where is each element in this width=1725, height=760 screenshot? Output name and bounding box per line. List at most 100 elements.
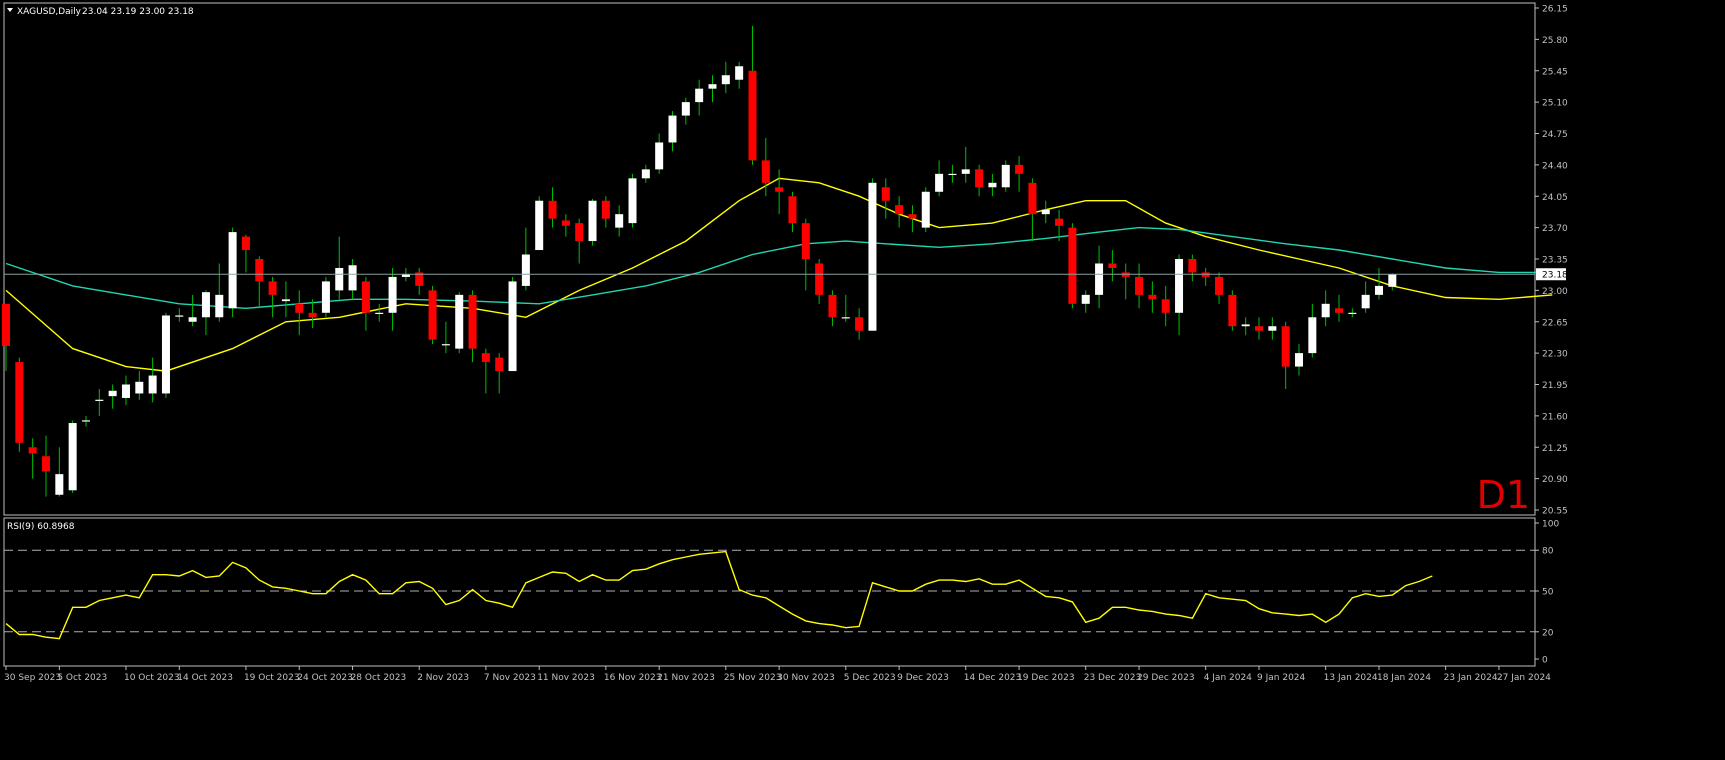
- candle-body: [815, 263, 824, 295]
- chart-menu-triangle-icon[interactable]: [7, 8, 13, 12]
- candle: [55, 447, 64, 497]
- time-axis-label: 4 Jan 2024: [1204, 673, 1252, 683]
- rsi-axis-label: 80: [1542, 547, 1554, 557]
- chart-window: 20.55 20.90 21.25 21.60 21.95 22.30 22.65 23.00…: [0, 0, 1725, 756]
- candles: [2, 25, 1397, 497]
- candle: [775, 169, 784, 215]
- candle: [801, 218, 810, 291]
- candle: [281, 281, 290, 318]
- candle: [961, 146, 970, 183]
- candle: [1348, 308, 1357, 318]
- candle-body: [1228, 294, 1237, 327]
- candle: [1001, 160, 1010, 192]
- candle-body: [295, 303, 304, 313]
- candle: [1361, 281, 1370, 313]
- candle-body: [175, 315, 184, 317]
- candle: [508, 276, 517, 372]
- time-axis-label: 18 Jan 2024: [1377, 673, 1431, 683]
- candle: [1374, 267, 1383, 300]
- candle-body: [735, 66, 744, 80]
- candle-body: [121, 384, 130, 398]
- candle-body: [1015, 164, 1024, 174]
- price-axis-label: 22.30: [1542, 350, 1568, 360]
- price-panel[interactable]: 20.5520.9021.2521.6021.9522.3022.6523.00…: [2, 2, 1568, 517]
- candle: [1255, 317, 1264, 340]
- time-axis-label: 19 Dec 2023: [1017, 673, 1075, 683]
- candle: [481, 348, 490, 394]
- candle: [828, 290, 837, 327]
- candle: [855, 308, 864, 340]
- candle: [121, 375, 130, 406]
- candle: [1068, 223, 1077, 309]
- candle-body: [161, 315, 170, 394]
- time-axis-label: 2 Nov 2023: [417, 673, 469, 683]
- candle-body: [628, 178, 637, 224]
- rsi-series-line: [5, 550, 1433, 640]
- candle: [361, 276, 370, 331]
- candle-body: [1215, 276, 1224, 295]
- candle-body: [855, 317, 864, 331]
- candle-body: [1041, 209, 1050, 215]
- rsi-axis-label: 0: [1542, 656, 1548, 666]
- rsi-axis-label: 20: [1542, 628, 1554, 638]
- time-axis-label: 9 Jan 2024: [1257, 673, 1305, 683]
- candle-body: [1295, 353, 1304, 367]
- candle: [601, 196, 610, 228]
- time-axis-label: 28 Oct 2023: [351, 673, 407, 683]
- candle: [241, 234, 250, 273]
- candle-body: [255, 259, 264, 282]
- price-axis-label: 26.15: [1542, 5, 1568, 15]
- candle: [748, 25, 757, 165]
- time-axis-label: 30 Sep 2023: [4, 673, 61, 683]
- candle: [68, 420, 77, 493]
- time-axis-label: 25 Nov 2023: [724, 673, 782, 683]
- candle: [95, 388, 104, 416]
- candle-body: [1135, 276, 1144, 295]
- candle-body: [1055, 218, 1064, 226]
- candle-body: [895, 205, 904, 215]
- candle-body: [1348, 312, 1357, 314]
- candle-body: [748, 70, 757, 161]
- time-axis-label: 21 Nov 2023: [657, 673, 715, 683]
- candle: [841, 294, 850, 322]
- candle: [735, 61, 744, 89]
- candle-body: [215, 294, 224, 318]
- candle-body: [348, 265, 357, 291]
- candle-body: [15, 362, 24, 443]
- candle-body: [281, 299, 290, 302]
- candle-body: [841, 317, 850, 319]
- chart-ohlc-readout: 23.04 23.19 23.00 23.18: [82, 7, 194, 17]
- candle: [1161, 285, 1170, 327]
- candle-body: [921, 191, 930, 228]
- candle: [1081, 290, 1090, 313]
- candle: [81, 415, 90, 427]
- candle: [388, 267, 397, 331]
- candle-body: [935, 173, 944, 192]
- candle: [428, 285, 437, 345]
- candle-body: [1361, 294, 1370, 309]
- candle-body: [668, 115, 677, 143]
- candle: [1388, 273, 1397, 291]
- candle: [1121, 263, 1130, 300]
- time-axis-label: 9 Dec 2023: [897, 673, 949, 683]
- time-axis-label: 16 Nov 2023: [604, 673, 662, 683]
- candle-body: [761, 160, 770, 183]
- time-axis-label: 23 Dec 2023: [1084, 673, 1142, 683]
- candle-body: [1374, 285, 1383, 295]
- candle: [788, 191, 797, 233]
- candle-body: [441, 344, 450, 346]
- candle-body: [228, 232, 237, 309]
- candle-body: [535, 200, 544, 251]
- rsi-panel[interactable]: 100 80 50 20 0 RSI(9) 60.8968: [3, 517, 1559, 667]
- candle-body: [1281, 326, 1290, 367]
- candle-body: [1188, 259, 1197, 273]
- candle-body: [388, 276, 397, 313]
- price-axis-label: 21.60: [1542, 412, 1568, 422]
- price-axis-label: 21.95: [1542, 381, 1568, 391]
- chart-canvas[interactable]: 20.5520.9021.2521.6021.9522.3022.6523.00…: [0, 0, 1725, 756]
- candle-body: [41, 456, 50, 472]
- candle: [815, 259, 824, 304]
- candle: [588, 198, 597, 246]
- candle: [295, 290, 304, 336]
- candle-body: [308, 312, 317, 318]
